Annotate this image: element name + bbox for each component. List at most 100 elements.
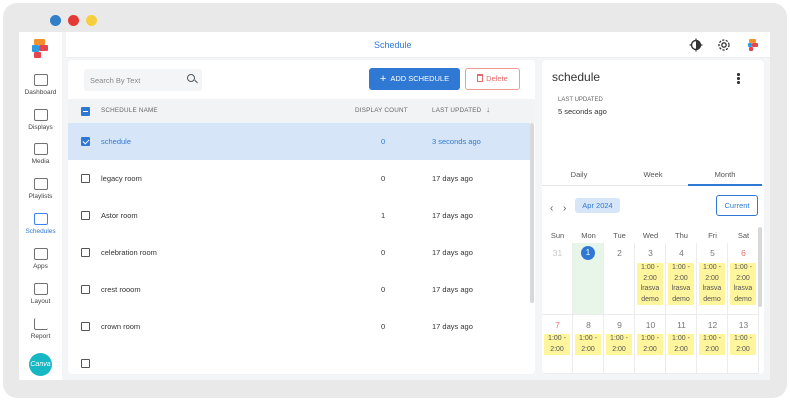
row-checkbox[interactable] [81, 285, 90, 294]
calendar-day[interactable]: 3 1:00 -2:00 lrasva demo [635, 243, 666, 315]
calendar-day[interactable]: 9 1:00 -2:00 [604, 315, 635, 374]
tab-week[interactable]: Week [616, 164, 690, 186]
window-dot-red[interactable] [68, 15, 79, 26]
row-checkbox[interactable] [81, 359, 90, 368]
top-header: Schedule [66, 32, 770, 58]
dashboard-icon [33, 74, 48, 86]
calendar-day[interactable]: 13 1:00 -2:00 [728, 315, 759, 374]
sidebar-item-label: Report [30, 333, 51, 340]
day-number: 31 [552, 248, 563, 258]
display-count: 1 [381, 211, 386, 220]
brand-logo-icon[interactable] [29, 37, 51, 61]
day-number: 6 [741, 248, 746, 258]
row-checkbox[interactable] [81, 174, 90, 183]
column-header-count[interactable]: DISPLAY COUNT [355, 107, 408, 114]
search-input[interactable] [90, 73, 180, 87]
more-options-icon[interactable] [737, 73, 741, 85]
sidebar-item-displays[interactable]: Displays [19, 109, 62, 131]
column-header-name[interactable]: SCHEDULE NAME [101, 107, 158, 114]
calendar-event[interactable]: 1:00 -2:00 [606, 334, 632, 355]
calendar-day[interactable]: 8 1:00 -2:00 [573, 315, 604, 374]
table-row[interactable]: crest rooom 0 17 days ago [68, 271, 530, 308]
calendar-day[interactable]: 7 1:00 -2:00 [542, 315, 573, 374]
weekday-label: Tue [613, 231, 626, 240]
calendar-event[interactable]: 1:00 -2:00 [668, 334, 694, 355]
table-row[interactable]: legacy room 0 17 days ago [68, 160, 530, 197]
table-row-partial[interactable] [68, 345, 530, 374]
row-checkbox[interactable] [81, 248, 90, 257]
sort-desc-icon[interactable]: ↓ [486, 105, 490, 114]
calendar-day-today[interactable]: 1 [573, 243, 604, 315]
sidebar-item-report[interactable]: Report [19, 318, 62, 340]
calendar-event[interactable]: 1:00 -2:00 lrasva demo [668, 263, 694, 305]
sidebar-item-schedules[interactable]: Schedules [19, 213, 62, 235]
canva-button[interactable]: Canva [29, 353, 52, 376]
chevron-left-icon[interactable]: ‹ [550, 203, 553, 214]
window-dot-yellow[interactable] [86, 15, 97, 26]
calendar-day[interactable]: 12 1:00 -2:00 [697, 315, 728, 374]
table-row[interactable]: crown room 0 17 days ago [68, 308, 530, 345]
day-number: 11 [677, 320, 686, 330]
schedule-name: crown room [101, 322, 141, 331]
plus-icon: + [379, 73, 387, 85]
table-row[interactable]: Astor room 1 17 days ago [68, 197, 530, 234]
brand-mini-logo-icon[interactable] [746, 38, 760, 52]
select-all-checkbox[interactable] [81, 107, 90, 116]
media-icon [33, 143, 48, 155]
search-box [84, 69, 202, 91]
calendar-event[interactable]: 1:00 -2:00 [575, 334, 601, 355]
sidebar-item-playlists[interactable]: Playlists [19, 178, 62, 200]
calendar-event[interactable]: 1:00 -2:00 [637, 334, 663, 355]
calendar-scrollbar[interactable] [758, 227, 762, 307]
calendar-event[interactable]: 1:00 -2:00 [544, 334, 570, 355]
row-checkbox[interactable] [81, 322, 90, 331]
sidebar-item-apps[interactable]: Apps [19, 248, 62, 270]
tab-month[interactable]: Month [688, 164, 762, 186]
sidebar-item-media[interactable]: Media [19, 143, 62, 165]
calendar-event[interactable]: 1:00 -2:00 lrasva demo [699, 263, 725, 305]
day-number: 10 [645, 320, 656, 330]
window-dot-blue[interactable] [50, 15, 61, 26]
calendar-day[interactable]: 6 1:00 -2:00 lrasva demo [728, 243, 759, 315]
row-checkbox[interactable] [81, 211, 90, 220]
table-row[interactable]: schedule 0 3 seconds ago [68, 123, 530, 160]
add-schedule-button[interactable]: + ADD SCHEDULE [369, 68, 460, 90]
last-updated: 17 days ago [432, 285, 473, 294]
list-scrollbar[interactable] [530, 123, 534, 303]
calendar-event[interactable]: 1:00 -2:00 lrasva demo [637, 263, 663, 305]
calendar-day[interactable]: 31 [542, 243, 573, 315]
calendar-day[interactable]: 5 1:00 -2:00 lrasva demo [697, 243, 728, 315]
schedule-detail-panel: schedule LAST UPDATED 5 seconds ago Dail… [542, 60, 764, 374]
last-updated: 17 days ago [432, 174, 473, 183]
weekday-label: Fri [708, 231, 717, 240]
column-header-updated[interactable]: LAST UPDATED [432, 107, 481, 114]
sidebar-item-label: Schedules [25, 228, 56, 235]
tab-daily[interactable]: Daily [542, 164, 616, 186]
current-button[interactable]: Current [716, 195, 758, 216]
delete-button[interactable]: Delete [465, 68, 520, 90]
sidebar-item-label: Layout [30, 298, 51, 305]
calendar-event[interactable]: 1:00 -2:00 [699, 334, 725, 355]
calendar-day[interactable]: 2 [604, 243, 635, 315]
calendar-day[interactable]: 11 1:00 -2:00 [666, 315, 697, 374]
search-icon[interactable] [187, 74, 195, 82]
calendar-event[interactable]: 1:00 -2:00 [730, 334, 756, 355]
gear-icon[interactable] [717, 38, 731, 52]
table-row[interactable]: celebration room 0 17 days ago [68, 234, 530, 271]
sidebar-item-label: Apps [33, 263, 48, 270]
row-checkbox[interactable] [81, 137, 90, 146]
calendar-day[interactable]: 4 1:00 -2:00 lrasva demo [666, 243, 697, 315]
month-label: Apr 2024 [575, 198, 620, 213]
view-tabs: Daily Week Month [542, 164, 764, 186]
chevron-right-icon[interactable]: › [563, 203, 566, 214]
sidebar-item-dashboard[interactable]: Dashboard [19, 74, 62, 96]
display-count: 0 [381, 137, 386, 146]
weekday-label: Sun [550, 231, 565, 240]
weekday-label: Wed [642, 231, 659, 240]
last-updated-label: LAST UPDATED [558, 97, 603, 103]
theme-toggle-icon[interactable] [689, 38, 703, 52]
sidebar-item-layout[interactable]: Layout [19, 283, 62, 305]
calendar-day[interactable]: 10 1:00 -2:00 [635, 315, 666, 374]
calendar-event[interactable]: 1:00 -2:00 lrasva demo [730, 263, 756, 305]
last-updated: 17 days ago [432, 248, 473, 257]
